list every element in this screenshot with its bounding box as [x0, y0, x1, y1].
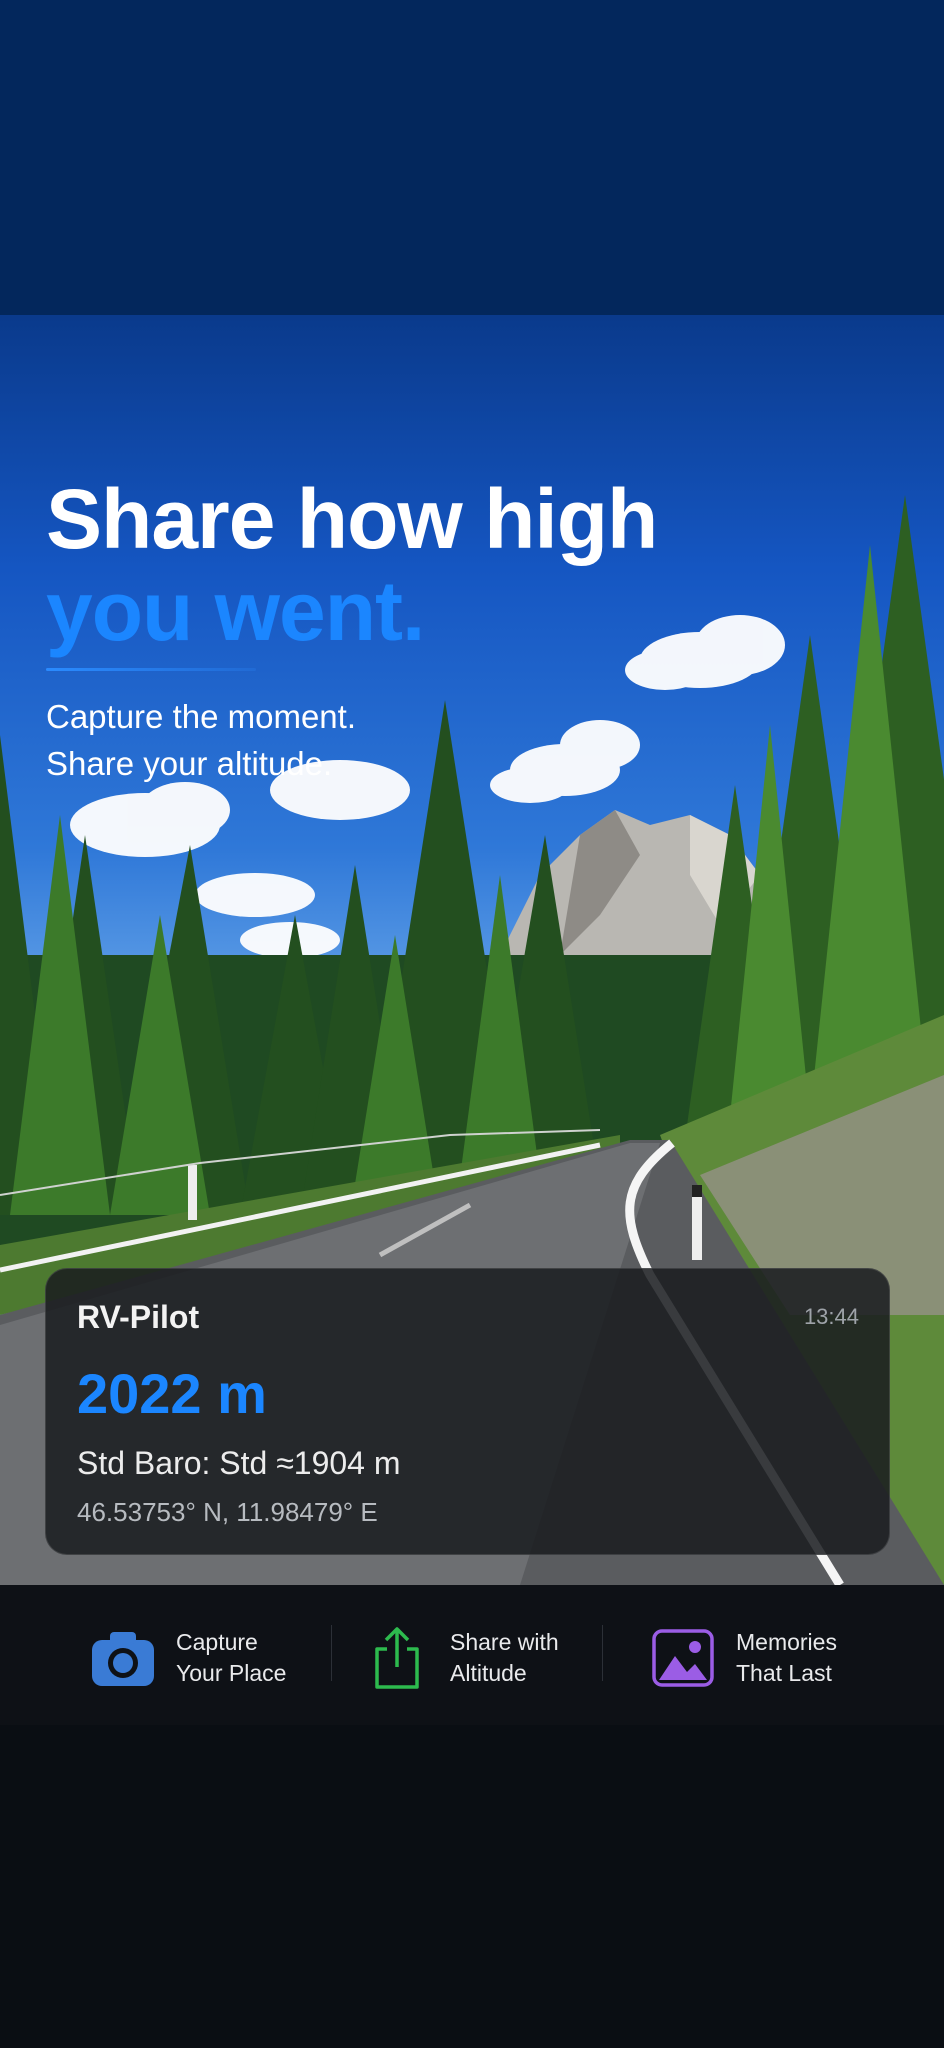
feature-share-line-1: Share with	[450, 1629, 559, 1655]
card-time: 13:44	[803, 1304, 859, 1329]
headline-line-1: Share how high	[46, 472, 658, 566]
features-bar: Capture Your Place Share with Altitude M…	[0, 1585, 944, 1725]
divider	[331, 1625, 332, 1681]
headline: Share how high you went.	[46, 473, 806, 657]
feature-memories: Memories That Last	[648, 1623, 837, 1693]
photo-icon	[648, 1623, 718, 1693]
headline-underline	[46, 668, 256, 671]
feature-capture-line-1: Capture	[176, 1629, 258, 1655]
feature-memories-line-2: That Last	[736, 1660, 832, 1686]
subtitle: Capture the moment. Share your altitude.	[46, 693, 646, 787]
subtitle-line-2: Share your altitude.	[46, 745, 333, 782]
gps-coordinates: 46.53753° N, 11.98479° E	[77, 1497, 378, 1527]
feature-capture: Capture Your Place	[88, 1623, 286, 1693]
top-band	[0, 0, 944, 315]
feature-memories-label: Memories That Last	[736, 1627, 837, 1689]
feature-capture-line-2: Your Place	[176, 1660, 287, 1686]
feature-share-line-2: Altitude	[450, 1660, 527, 1686]
altitude-value: 2022 m	[77, 1362, 267, 1425]
feature-capture-label: Capture Your Place	[176, 1627, 286, 1689]
bottom-area	[0, 1725, 944, 2048]
card-title: RV-Pilot	[77, 1299, 200, 1335]
share-icon	[362, 1623, 432, 1693]
feature-memories-line-1: Memories	[736, 1629, 837, 1655]
altitude-card: RV-Pilot 13:44 2022 m Std Baro: Std ≈190…	[45, 1268, 890, 1555]
feature-share: Share with Altitude	[362, 1623, 559, 1693]
divider	[602, 1625, 603, 1681]
subtitle-line-1: Capture the moment.	[46, 698, 356, 735]
baro-reading: Std Baro: Std ≈1904 m	[77, 1445, 401, 1481]
camera-icon	[88, 1623, 158, 1693]
headline-line-2: you went.	[46, 564, 425, 658]
feature-share-label: Share with Altitude	[450, 1627, 559, 1689]
